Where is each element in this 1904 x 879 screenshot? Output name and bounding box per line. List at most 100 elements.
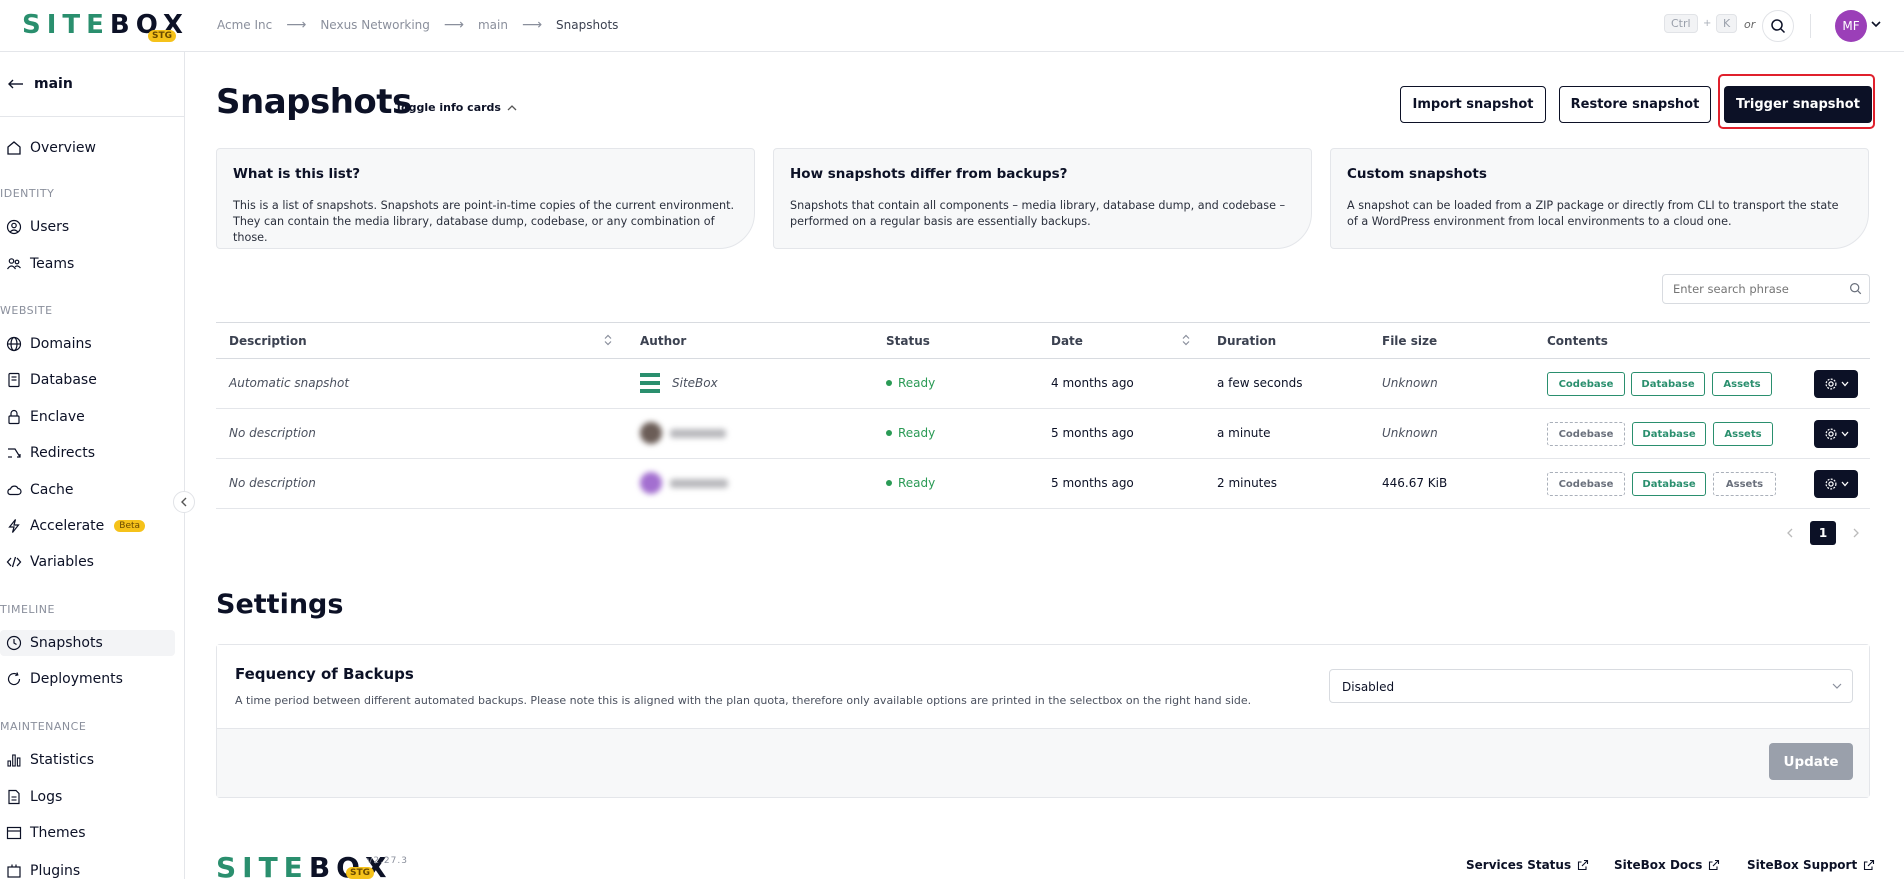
gear-icon: [1824, 378, 1837, 390]
shortcut-ctrl-key: Ctrl: [1664, 14, 1698, 33]
status-dot: [886, 430, 892, 436]
content-database-badge: Database: [1632, 472, 1706, 496]
layout-icon: [6, 826, 22, 840]
row-actions-button[interactable]: [1814, 470, 1858, 498]
column-description[interactable]: Description: [229, 334, 307, 348]
info-card-body: This is a list of snapshots. Snapshots a…: [233, 199, 735, 244]
refresh-icon: [7, 672, 21, 686]
sitebox-docs-link[interactable]: SiteBox Docs: [1614, 858, 1720, 872]
section-identity: IDENTITY: [0, 187, 55, 200]
shortcut-or: or: [1744, 18, 1756, 31]
sidebar-item-redirects[interactable]: Redirects: [6, 440, 95, 466]
user-icon: [6, 219, 22, 235]
sidebar-item-plugins[interactable]: Plugins: [6, 858, 80, 879]
table-row[interactable]: No description Ready 5 months ago 2 minu…: [216, 459, 1870, 509]
app-version: v2.27.3: [367, 856, 408, 866]
frequency-select[interactable]: Disabled: [1329, 669, 1853, 703]
info-card-title: What is this list?: [233, 166, 361, 182]
external-link-icon: [1578, 859, 1589, 871]
row-duration: a few seconds: [1217, 376, 1303, 390]
sidebar-item-variables[interactable]: Variables: [6, 549, 94, 575]
document-icon: [8, 789, 20, 805]
search-icon: [1771, 19, 1786, 34]
sidebar-item-logs[interactable]: Logs: [6, 784, 62, 810]
status-badge: Ready: [886, 476, 935, 490]
content-assets-badge: Assets: [1712, 372, 1772, 396]
row-actions-button[interactable]: [1814, 420, 1858, 448]
sidebar-item-accelerate[interactable]: Accelerate Beta: [6, 513, 146, 539]
sort-icon[interactable]: [604, 334, 612, 346]
lock-icon: [8, 409, 20, 425]
content-assets-badge: Assets: [1713, 422, 1773, 446]
frequency-title: Fequency of Backups: [235, 665, 414, 683]
breadcrumb-org[interactable]: Acme Inc: [217, 18, 272, 32]
sidebar-item-overview[interactable]: Overview: [6, 135, 96, 161]
info-card-body: A snapshot can be loaded from a ZIP pack…: [1347, 199, 1839, 228]
trigger-snapshot-button[interactable]: Trigger snapshot: [1724, 86, 1872, 123]
divider: [1810, 14, 1811, 38]
row-date: 4 months ago: [1051, 376, 1134, 390]
section-website: WEBSITE: [0, 304, 53, 317]
pagination: 1: [1786, 521, 1860, 545]
gear-icon: [1824, 428, 1837, 440]
chevron-down-icon[interactable]: [1870, 18, 1882, 30]
column-date[interactable]: Date: [1051, 334, 1083, 348]
sidebar: main Overview IDENTITY Users Teams WEBSI…: [0, 52, 185, 879]
info-card-title: Custom snapshots: [1347, 166, 1487, 182]
chevron-down-icon: [1841, 481, 1848, 487]
sidebar-collapse-button[interactable]: [173, 491, 195, 513]
global-search-button[interactable]: [1762, 10, 1794, 42]
section-maintenance: MAINTENANCE: [0, 720, 87, 733]
sidebar-item-teams[interactable]: Teams: [6, 251, 74, 277]
sidebar-item-deployments[interactable]: Deployments: [6, 666, 123, 692]
sidebar-item-snapshots[interactable]: Snapshots: [0, 630, 175, 656]
avatar: [640, 472, 662, 494]
breadcrumb-project[interactable]: Nexus Networking: [320, 18, 430, 32]
chevron-down-icon: [1841, 381, 1848, 387]
status-dot: [886, 480, 892, 486]
search-input[interactable]: [1662, 274, 1870, 304]
database-icon: [8, 372, 20, 388]
row-actions-button[interactable]: [1814, 370, 1858, 398]
sidebar-item-statistics[interactable]: Statistics: [6, 747, 94, 773]
arrow-right-icon: ⟶: [443, 17, 464, 33]
sidebar-item-cache[interactable]: Cache: [6, 477, 74, 503]
services-status-link[interactable]: Services Status: [1466, 858, 1589, 872]
user-avatar[interactable]: MF: [1835, 10, 1867, 42]
settings-card-footer: Update: [217, 729, 1869, 797]
breadcrumb-env[interactable]: main: [478, 18, 508, 32]
shortcut-plus: +: [1703, 18, 1712, 29]
code-icon: [6, 556, 22, 568]
settings-card-body: Fequency of Backups A time period betwee…: [217, 645, 1869, 729]
chevron-right-icon[interactable]: [1852, 528, 1860, 538]
info-card: Custom snapshots A snapshot can be loade…: [1330, 148, 1869, 249]
update-button[interactable]: Update: [1769, 743, 1853, 780]
chevron-left-icon[interactable]: [1786, 528, 1794, 538]
row-date: 5 months ago: [1051, 426, 1134, 440]
team-icon: [7, 258, 21, 270]
back-to-env-link[interactable]: main: [8, 76, 73, 92]
sort-icon[interactable]: [1182, 334, 1190, 346]
sidebar-item-enclave[interactable]: Enclave: [6, 404, 85, 430]
table-row[interactable]: No description Ready 5 months ago a minu…: [216, 409, 1870, 459]
import-snapshot-button[interactable]: Import snapshot: [1400, 86, 1546, 123]
sitebox-support-link[interactable]: SiteBox Support: [1747, 858, 1875, 872]
table-row[interactable]: Automatic snapshot SiteBox Ready 4 month…: [216, 359, 1870, 409]
search-icon: [1850, 283, 1862, 295]
toggle-info-cards[interactable]: Toggle info cards: [395, 101, 517, 114]
top-bar: SITEBOX STG Acme Inc ⟶ Nexus Networking …: [0, 0, 1904, 52]
arrow-right-icon: ⟶: [286, 17, 307, 33]
page-number-current[interactable]: 1: [1810, 521, 1836, 545]
row-file-size: Unknown: [1382, 426, 1438, 440]
frequency-description: A time period between different automate…: [235, 694, 1252, 707]
sidebar-item-users[interactable]: Users: [6, 214, 69, 240]
breadcrumb-current: Snapshots: [556, 18, 619, 32]
info-card: How snapshots differ from backups? Snaps…: [773, 148, 1312, 249]
back-label: main: [34, 76, 73, 92]
sidebar-item-themes[interactable]: Themes: [6, 820, 86, 846]
column-duration: Duration: [1217, 334, 1277, 348]
sidebar-item-database[interactable]: Database: [6, 367, 97, 393]
sidebar-item-domains[interactable]: Domains: [6, 331, 92, 357]
restore-snapshot-button[interactable]: Restore snapshot: [1559, 86, 1711, 123]
content-database-badge: Database: [1632, 422, 1706, 446]
